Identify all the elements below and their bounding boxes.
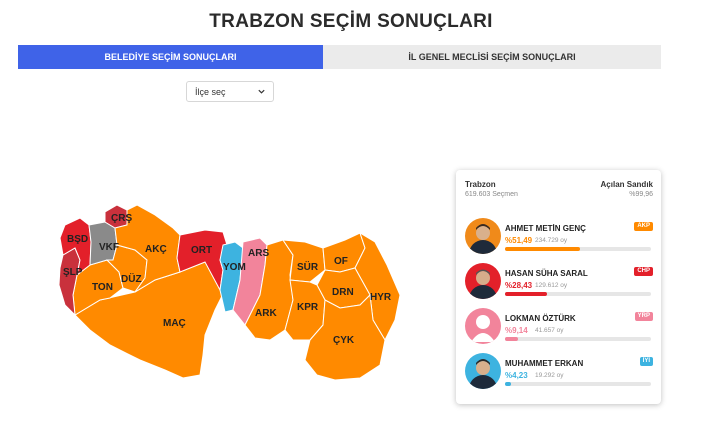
vote-share-fill xyxy=(505,247,581,251)
map-label: ÇRŞ xyxy=(111,213,132,224)
tab-municipal-results[interactable]: BELEDİYE SEÇİM SONUÇLARI xyxy=(18,45,323,69)
map-label: BŞD xyxy=(67,234,88,245)
vote-share-fill xyxy=(505,292,547,296)
party-badge: AKP xyxy=(634,222,653,231)
map-label: SÜR xyxy=(297,260,319,273)
candidate-row[interactable]: MUHAMMET ERKAN İYİ %4,23 19.292 oy xyxy=(465,351,653,391)
party-badge: YRP xyxy=(634,312,653,321)
candidate-row[interactable]: HASAN SÜHA SARAL CHP %28,43 129.612 oy xyxy=(465,261,653,301)
map-label: TON xyxy=(92,282,113,293)
map-label: ÇYK xyxy=(333,335,355,346)
tab-bar: BELEDİYE SEÇİM SONUÇLARI İL GENEL MECLİS… xyxy=(18,45,661,69)
map-label: DÜZ xyxy=(121,272,142,285)
vote-share-fill xyxy=(505,382,512,386)
map-label: AKÇ xyxy=(145,244,167,255)
chevron-down-icon xyxy=(258,89,265,94)
candidate-photo-icon xyxy=(465,353,501,389)
map-label: ORT xyxy=(191,245,212,256)
map-label: KPR xyxy=(297,302,319,313)
map-label: ŞLP xyxy=(63,267,83,278)
district-map: ÇRŞ BŞD VKF AKÇ ORT ARS YOM ŞLP TON DÜZ … xyxy=(58,204,401,381)
vote-share-bar xyxy=(505,292,651,296)
vote-percent: %4,23 xyxy=(505,371,528,380)
map-label: ARS xyxy=(248,248,269,259)
vote-count: 234.729 oy xyxy=(535,237,568,244)
map-label: OF xyxy=(334,256,348,267)
vote-share-bar xyxy=(505,382,651,386)
map-label: HYR xyxy=(370,292,392,303)
map-label: ARK xyxy=(255,308,277,319)
candidate-photo-icon xyxy=(465,263,501,299)
map-label: MAÇ xyxy=(163,318,186,329)
tab-provincial-council-results[interactable]: İL GENEL MECLİSİ SEÇİM SONUÇLARI xyxy=(323,45,661,69)
candidate-name: LOKMAN ÖZTÜRK xyxy=(505,314,576,323)
results-summary-card: Trabzon 619.603 Seçmen Açılan Sandık %99… xyxy=(456,170,661,404)
page-title: TRABZON SEÇİM SONUÇLARI xyxy=(209,11,493,32)
party-badge: CHP xyxy=(634,267,653,276)
vote-count: 129.612 oy xyxy=(535,282,568,289)
district-select[interactable]: İlçe seç xyxy=(186,81,274,102)
opened-ballot-value: %99,96 xyxy=(629,191,653,198)
candidate-row[interactable]: AHMET METİN GENÇ AKP %51,49 234.729 oy xyxy=(465,216,653,256)
map-label: VKF xyxy=(99,242,119,253)
city-name: Trabzon xyxy=(465,180,496,189)
vote-percent: %51,49 xyxy=(505,236,533,245)
opened-ballot-label: Açılan Sandık xyxy=(600,180,653,189)
candidate-name: HASAN SÜHA SARAL xyxy=(505,269,588,278)
candidate-name: AHMET METİN GENÇ xyxy=(505,224,586,233)
vote-percent: %28,43 xyxy=(505,281,533,290)
map-label: DRN xyxy=(332,287,354,298)
vote-share-fill xyxy=(505,337,519,341)
vote-percent: %9,14 xyxy=(505,326,528,335)
map-label: YOM xyxy=(223,262,246,273)
vote-share-bar xyxy=(505,337,651,341)
voter-count: 619.603 Seçmen xyxy=(465,191,518,198)
vote-count: 19.292 oy xyxy=(535,372,564,379)
vote-share-bar xyxy=(505,247,651,251)
candidate-photo-icon xyxy=(465,218,501,254)
party-badge: İYİ xyxy=(639,357,653,366)
candidate-name: MUHAMMET ERKAN xyxy=(505,359,584,368)
candidate-placeholder-icon xyxy=(465,308,501,344)
vote-count: 41.657 oy xyxy=(535,327,564,334)
candidate-row[interactable]: LOKMAN ÖZTÜRK YRP %9,14 41.657 oy xyxy=(465,306,653,346)
district-select-value: İlçe seç xyxy=(195,86,226,97)
